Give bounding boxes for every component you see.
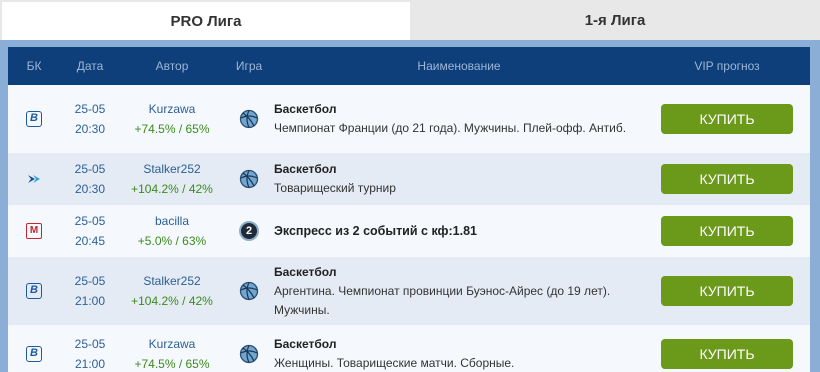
time: 21:00	[74, 294, 106, 308]
bk-cell: M	[8, 205, 60, 257]
author-cell: bacilla +5.0% / 63%	[120, 205, 224, 257]
buy-button[interactable]: КУПИТЬ	[661, 216, 793, 246]
event-desc: Чемпионат Франции (до 21 года). Мужчины.…	[274, 121, 627, 135]
author-link[interactable]: bacilla	[120, 211, 224, 231]
forecast-table: БК Дата Автор Игра Наименование VIP прог…	[8, 47, 810, 372]
author-stats: +74.5% / 65%	[134, 122, 210, 136]
time: 21:00	[74, 357, 106, 371]
game-cell: 2	[224, 205, 274, 257]
table-row: B 25-05 20:30 Kurzawa +74.5% / 65% Баскетб…	[8, 85, 810, 153]
vip-cell: КУПИТЬ	[644, 257, 810, 325]
game-cell	[224, 257, 274, 325]
table-row: 25-05 20:30 Stalker252 +104.2% / 42% Баске…	[8, 153, 810, 205]
time: 20:30	[74, 122, 106, 136]
forecast-table-frame: БК Дата Автор Игра Наименование VIP прог…	[0, 40, 820, 372]
header-author: Автор	[155, 59, 189, 73]
time: 20:30	[74, 182, 106, 196]
author-cell: Kurzawa +74.5% / 65%	[120, 85, 224, 153]
date: 25-05	[74, 102, 106, 116]
bk-cell: B	[8, 257, 60, 325]
bk-cell	[8, 153, 60, 205]
bk-logo-m-icon: M	[26, 223, 42, 239]
bk-logo-b-icon: B	[26, 283, 42, 299]
author-link[interactable]: Stalker252	[120, 159, 224, 179]
author-stats: +5.0% / 63%	[137, 234, 207, 248]
header-vip: VIP прогноз	[694, 59, 760, 73]
bk-logo-arrow-icon	[28, 175, 40, 183]
header-bk: БК	[26, 59, 42, 73]
buy-button[interactable]: КУПИТЬ	[661, 339, 793, 369]
author-link[interactable]: Kurzawa	[120, 99, 224, 119]
express-count-icon: 2	[239, 221, 259, 241]
author-stats: +74.5% / 65%	[134, 357, 210, 371]
buy-button[interactable]: КУПИТЬ	[661, 104, 793, 134]
date: 25-05	[74, 214, 106, 228]
event-desc: Женщины. Товарищеские матчи. Сборные.	[274, 356, 515, 370]
header-game: Игра	[235, 59, 263, 73]
time: 20:45	[74, 234, 106, 248]
author-link[interactable]: Stalker252	[120, 271, 224, 291]
date-cell: 25-05 20:30	[60, 85, 120, 153]
author-stats: +104.2% / 42%	[131, 182, 213, 196]
basketball-icon	[239, 169, 259, 189]
header-name: Наименование	[417, 59, 501, 73]
tab-pro-league[interactable]: PRO Лига	[0, 0, 410, 40]
author-cell: Kurzawa +74.5% / 65%	[120, 325, 224, 372]
vip-cell: КУПИТЬ	[644, 325, 810, 372]
vip-cell: КУПИТЬ	[644, 153, 810, 205]
basketball-icon	[239, 281, 259, 301]
event-title: Баскетбол	[274, 162, 337, 176]
table-header: БК Дата Автор Игра Наименование VIP прог…	[8, 47, 810, 85]
event-title: Экспресс из 2 событий с кф:1.81	[274, 223, 477, 238]
name-cell: Баскетбол Товарищеский турнир	[274, 153, 644, 205]
header-date: Дата	[76, 59, 104, 73]
date: 25-05	[74, 337, 106, 351]
basketball-icon	[239, 109, 259, 129]
date-cell: 25-05 20:30	[60, 153, 120, 205]
table-row: M 25-05 20:45 bacilla +5.0% / 63% 2 Экспре…	[8, 205, 810, 257]
date: 25-05	[74, 162, 106, 176]
author-link[interactable]: Kurzawa	[120, 334, 224, 354]
table-row: B 25-05 21:00 Kurzawa +74.5% / 65% Баскетб…	[8, 325, 810, 372]
game-cell	[224, 325, 274, 372]
author-cell: Stalker252 +104.2% / 42%	[120, 257, 224, 325]
game-cell	[224, 85, 274, 153]
table-row: B 25-05 21:00 Stalker252 +104.2% / 42% Бас…	[8, 257, 810, 325]
event-desc: Аргентина. Чемпионат провинции Буэнос-Ай…	[274, 283, 611, 317]
author-stats: +104.2% / 42%	[131, 294, 213, 308]
bk-logo-b-icon: B	[26, 111, 42, 127]
bk-cell: B	[8, 325, 60, 372]
name-cell: Баскетбол Аргентина. Чемпионат провинции …	[274, 257, 644, 325]
date-cell: 25-05 20:45	[60, 205, 120, 257]
date-cell: 25-05 21:00	[60, 257, 120, 325]
tab-first-league[interactable]: 1-я Лига	[410, 0, 820, 40]
vip-cell: КУПИТЬ	[644, 205, 810, 257]
event-title: Баскетбол	[274, 264, 337, 279]
buy-button[interactable]: КУПИТЬ	[661, 276, 793, 306]
buy-button[interactable]: КУПИТЬ	[661, 164, 793, 194]
date: 25-05	[74, 274, 106, 288]
basketball-icon	[239, 344, 259, 364]
league-tabs: PRO Лига 1-я Лига	[0, 0, 820, 40]
event-title: Баскетбол	[274, 337, 337, 351]
bk-logo-b-icon: B	[26, 346, 42, 362]
name-cell: Баскетбол Чемпионат Франции (до 21 года).…	[274, 85, 644, 153]
name-cell: Экспресс из 2 событий с кф:1.81	[274, 205, 644, 257]
event-title: Баскетбол	[274, 102, 337, 116]
author-cell: Stalker252 +104.2% / 42%	[120, 153, 224, 205]
bk-cell: B	[8, 85, 60, 153]
game-cell	[224, 153, 274, 205]
event-desc: Товарищеский турнир	[274, 181, 396, 195]
name-cell: Баскетбол Женщины. Товарищеские матчи. Сб…	[274, 325, 644, 372]
vip-cell: КУПИТЬ	[644, 85, 810, 153]
date-cell: 25-05 21:00	[60, 325, 120, 372]
